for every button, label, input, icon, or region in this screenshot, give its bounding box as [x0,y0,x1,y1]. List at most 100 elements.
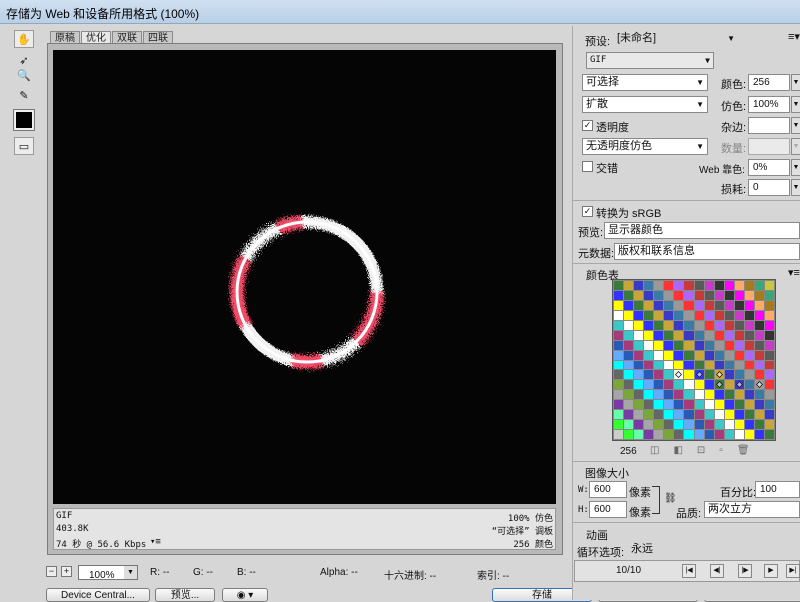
color-swatch[interactable] [724,390,734,400]
color-swatch[interactable] [674,420,684,430]
color-swatch[interactable] [724,430,734,439]
color-swatch[interactable] [754,360,764,370]
color-swatch[interactable] [714,340,724,350]
color-swatch[interactable] [754,400,764,410]
color-swatch[interactable] [694,300,704,310]
color-swatch[interactable] [714,370,724,380]
color-swatch[interactable] [644,281,654,290]
color-swatch[interactable] [624,340,634,350]
color-swatch[interactable] [654,310,664,320]
color-swatch[interactable] [624,281,634,290]
color-swatch[interactable] [764,360,774,370]
color-swatch[interactable] [614,281,624,290]
color-swatch[interactable] [714,400,724,410]
first-frame-icon[interactable]: |◀ [682,564,696,578]
color-swatch[interactable] [624,380,634,390]
color-swatch[interactable] [684,420,694,430]
matte-swatch[interactable] [748,117,790,134]
color-swatch[interactable] [714,380,724,390]
color-swatch[interactable] [684,400,694,410]
color-swatch[interactable] [624,330,634,340]
color-swatch[interactable] [744,410,754,420]
color-swatch[interactable] [654,400,664,410]
eyedropper-color-swatch[interactable] [13,109,35,131]
color-swatch[interactable] [644,300,654,310]
color-swatch[interactable] [724,281,734,290]
color-swatch[interactable] [764,310,774,320]
color-swatch[interactable] [674,320,684,330]
height-input[interactable]: 600 [589,501,627,518]
color-swatch[interactable] [734,360,744,370]
web-shift-icon[interactable]: ◧ [673,445,696,456]
color-swatch[interactable] [704,420,714,430]
color-swatch[interactable] [614,420,624,430]
color-swatch[interactable] [644,390,654,400]
toggle-slices-icon[interactable]: ▭ [14,137,34,155]
color-swatch[interactable] [614,340,624,350]
srgb-checkbox[interactable]: ✓ [582,206,593,217]
color-swatch[interactable] [744,430,754,439]
color-swatch[interactable] [644,400,654,410]
color-table-grid[interactable] [612,279,776,441]
color-swatch[interactable] [704,281,714,290]
chain-link-icon[interactable]: ⛓ [664,493,677,504]
color-swatch[interactable] [614,430,624,439]
color-swatch[interactable] [674,290,684,300]
color-swatch[interactable] [654,370,664,380]
color-swatch[interactable] [644,420,654,430]
color-swatch[interactable] [654,350,664,360]
color-swatch[interactable] [724,350,734,360]
color-swatch[interactable] [634,380,644,390]
color-swatch[interactable] [644,380,654,390]
color-swatch[interactable] [764,370,774,380]
color-swatch[interactable] [674,430,684,439]
color-swatch[interactable] [654,410,664,420]
color-swatch[interactable] [684,281,694,290]
color-swatch[interactable] [724,360,734,370]
trash-icon[interactable]: 🗑 [737,445,764,456]
color-swatch[interactable] [684,390,694,400]
color-swatch[interactable] [664,360,674,370]
color-swatch[interactable] [614,370,624,380]
color-swatch[interactable] [644,370,654,380]
color-swatch[interactable] [714,410,724,420]
color-swatch[interactable] [684,380,694,390]
color-swatch[interactable] [624,310,634,320]
color-swatch[interactable] [704,400,714,410]
color-swatch[interactable] [664,380,674,390]
color-swatch[interactable] [764,350,774,360]
color-swatch[interactable] [664,310,674,320]
color-swatch[interactable] [674,390,684,400]
color-swatch[interactable] [754,430,764,439]
color-swatch[interactable] [744,290,754,300]
color-swatch[interactable] [744,330,754,340]
color-swatch[interactable] [664,410,674,420]
color-swatch[interactable] [674,281,684,290]
color-swatch[interactable] [614,320,624,330]
zoom-in-button[interactable]: + [61,566,72,577]
color-swatch[interactable] [634,410,644,420]
color-swatch[interactable] [624,430,634,439]
color-swatch[interactable] [634,400,644,410]
color-swatch[interactable] [704,360,714,370]
color-swatch[interactable] [754,320,764,330]
color-swatch[interactable] [634,340,644,350]
color-swatch[interactable] [634,310,644,320]
matte-dropdown-icon[interactable]: ▼ [791,117,800,134]
color-swatch[interactable] [754,390,764,400]
color-swatch[interactable] [744,340,754,350]
color-swatch[interactable] [694,340,704,350]
color-swatch[interactable] [684,430,694,439]
color-swatch[interactable] [724,420,734,430]
color-swatch[interactable] [634,360,644,370]
color-swatch[interactable] [614,380,624,390]
color-swatch[interactable] [734,330,744,340]
panel-menu-icon[interactable]: ≡▾ [788,30,800,43]
color-swatch[interactable] [654,360,664,370]
color-swatch[interactable] [724,400,734,410]
transparency-checkbox[interactable]: ✓ [582,120,593,131]
color-swatch[interactable] [704,310,714,320]
color-swatch[interactable] [764,300,774,310]
color-swatch[interactable] [634,420,644,430]
color-swatch[interactable] [734,370,744,380]
